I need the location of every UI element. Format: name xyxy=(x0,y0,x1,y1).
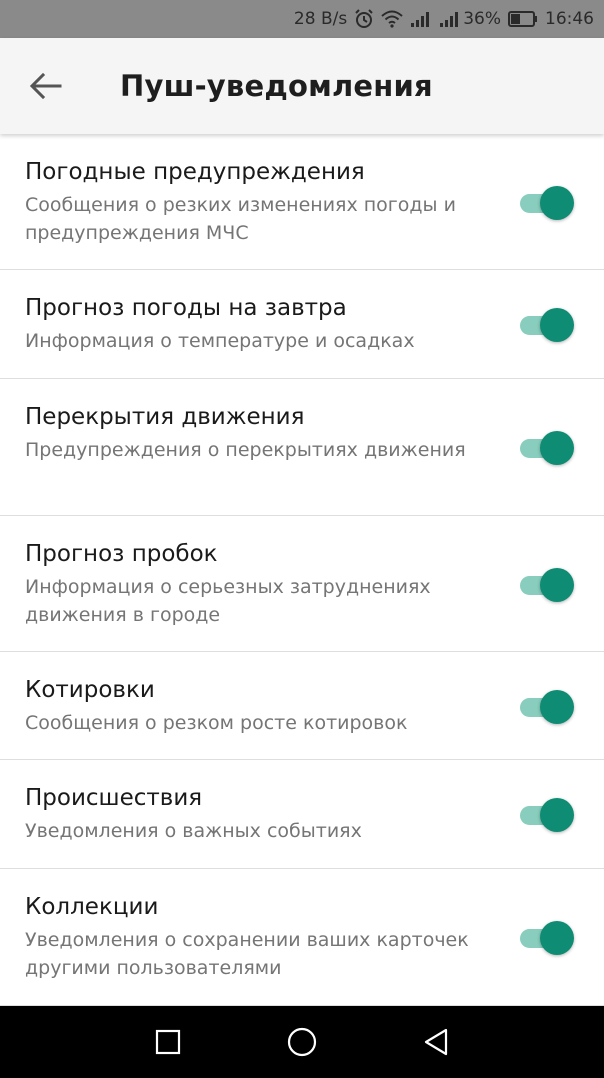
navigation-bar xyxy=(0,1006,604,1078)
setting-row-incidents[interactable]: Происшествия Уведомления о важных событи… xyxy=(0,760,604,869)
home-icon xyxy=(287,1027,317,1057)
page-title: Пуш-уведомления xyxy=(120,69,433,103)
collections-toggle[interactable] xyxy=(518,917,574,957)
status-bar: 28 B/s 36% 16:46 xyxy=(0,0,604,38)
weather-warnings-toggle[interactable] xyxy=(518,182,574,222)
system-back-button[interactable] xyxy=(369,1006,503,1078)
alarm-icon xyxy=(354,9,374,29)
clock: 16:46 xyxy=(545,9,594,29)
app-bar: Пуш-уведомления xyxy=(0,38,604,134)
arrow-left-icon xyxy=(30,73,62,99)
setting-subtitle: Информация о серьезных затруднениях движ… xyxy=(25,576,431,626)
setting-title: Происшествия xyxy=(25,785,203,811)
back-button[interactable] xyxy=(0,38,92,134)
setting-title: Прогноз пробок xyxy=(25,541,218,567)
road-closures-toggle[interactable] xyxy=(518,427,574,467)
recent-apps-button[interactable] xyxy=(101,1006,235,1078)
home-button[interactable] xyxy=(235,1006,369,1078)
wifi-icon xyxy=(381,10,403,28)
incidents-toggle[interactable] xyxy=(518,794,574,834)
network-speed: 28 B/s xyxy=(293,9,348,29)
setting-title: Погодные предупреждения xyxy=(25,159,365,185)
setting-title: Котировки xyxy=(25,677,155,703)
signal-icon xyxy=(439,10,461,28)
signal-icon xyxy=(410,10,432,28)
setting-row-traffic-forecast[interactable]: Прогноз пробок Информация о серьезных за… xyxy=(0,516,604,652)
setting-title: Перекрытия движения xyxy=(25,404,305,430)
setting-subtitle: Уведомления о важных событиях xyxy=(25,820,362,842)
setting-subtitle: Уведомления о сохранении ваших карточек … xyxy=(25,929,469,979)
setting-title: Прогноз погоды на завтра xyxy=(25,295,347,321)
back-triangle-icon xyxy=(424,1028,448,1056)
setting-subtitle: Предупреждения о перекрытиях движения xyxy=(25,439,466,461)
setting-row-quotes[interactable]: Котировки Сообщения о резком росте котир… xyxy=(0,652,604,760)
setting-row-collections[interactable]: Коллекции Уведомления о сохранении ваших… xyxy=(0,869,604,1006)
settings-list: Погодные предупреждения Сообщения о резк… xyxy=(0,134,604,1006)
setting-subtitle: Информация о температуре и осадках xyxy=(25,330,415,352)
setting-subtitle: Сообщения о резком росте котировок xyxy=(25,712,408,734)
setting-row-road-closures[interactable]: Перекрытия движения Предупреждения о пер… xyxy=(0,379,604,516)
recent-apps-icon xyxy=(155,1029,181,1055)
tomorrow-forecast-toggle[interactable] xyxy=(518,304,574,344)
setting-row-tomorrow-forecast[interactable]: Прогноз погоды на завтра Информация о те… xyxy=(0,270,604,379)
battery-percent: 36% xyxy=(463,9,501,29)
battery-icon xyxy=(508,11,538,27)
setting-title: Коллекции xyxy=(25,894,159,920)
quotes-toggle[interactable] xyxy=(518,686,574,726)
setting-row-weather-warnings[interactable]: Погодные предупреждения Сообщения о резк… xyxy=(0,134,604,270)
traffic-forecast-toggle[interactable] xyxy=(518,564,574,604)
setting-subtitle: Сообщения о резких изменениях погоды и п… xyxy=(25,194,456,244)
